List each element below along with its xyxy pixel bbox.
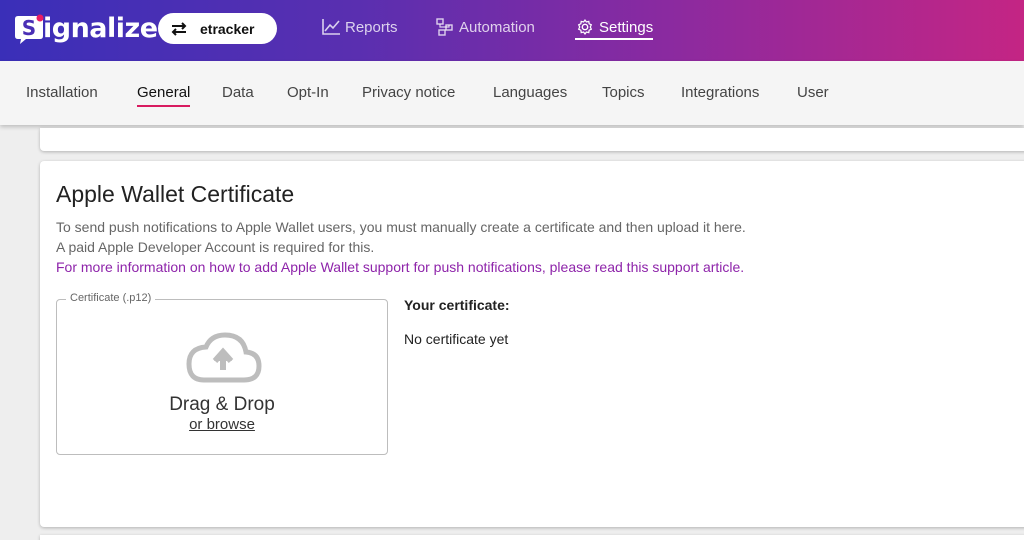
cloud-upload-icon (186, 332, 262, 383)
nav-automation-label: Automation (459, 18, 535, 36)
tab-privacy-notice[interactable]: Privacy notice (362, 84, 455, 101)
drag-drop-label: Drag & Drop (169, 394, 275, 415)
nav-automation[interactable]: Automation (435, 18, 535, 36)
tab-user[interactable]: User (797, 84, 829, 101)
card-description: To send push notifications to Apple Wall… (56, 219, 746, 235)
chart-line-icon (322, 19, 340, 35)
tenant-switcher[interactable]: etracker (158, 13, 277, 44)
nav-reports-label: Reports (345, 18, 398, 36)
tab-integrations[interactable]: Integrations (681, 84, 759, 101)
nav-settings[interactable]: Settings (575, 18, 654, 40)
certificate-heading: Your certificate: (404, 297, 510, 313)
card-requirement: A paid Apple Developer Account is requir… (56, 239, 375, 255)
logo-text: ignalize (43, 12, 158, 44)
top-header: S ignalize etracker Reports Automation S… (0, 0, 1024, 61)
gear-icon (577, 19, 593, 35)
tenant-name: etracker (200, 20, 255, 37)
nav-settings-label: Settings (599, 18, 654, 36)
tab-general[interactable]: General (137, 84, 191, 107)
certificate-status: No certificate yet (404, 331, 509, 347)
nav-settings-wrap: Settings (575, 18, 654, 40)
apple-wallet-card: Apple Wallet Certificate To send push no… (40, 161, 1024, 527)
nav-reports[interactable]: Reports (321, 18, 398, 36)
signalize-logo[interactable]: S ignalize (14, 8, 158, 48)
svg-text:S: S (22, 16, 36, 40)
tab-topics[interactable]: Topics (602, 84, 645, 101)
flow-icon (436, 18, 453, 36)
logo-s-icon: S (15, 14, 44, 44)
next-card (40, 535, 1024, 540)
tab-languages[interactable]: Languages (493, 84, 567, 101)
dropzone-label: Certificate (.p12) (66, 292, 156, 304)
swap-arrows-icon (171, 21, 187, 36)
tab-opt-in[interactable]: Opt-In (287, 84, 329, 101)
previous-card (40, 128, 1024, 151)
tab-data[interactable]: Data (222, 84, 254, 101)
settings-subnav: Installation General Data Opt-In Privacy… (0, 61, 1024, 125)
support-article-link[interactable]: For more information on how to add Apple… (56, 259, 744, 275)
card-title: Apple Wallet Certificate (56, 181, 295, 207)
tab-installation[interactable]: Installation (26, 84, 98, 101)
certificate-dropzone[interactable]: Certificate (.p12) Drag & Drop or browse (56, 292, 388, 455)
browse-link[interactable]: or browse (57, 416, 387, 433)
